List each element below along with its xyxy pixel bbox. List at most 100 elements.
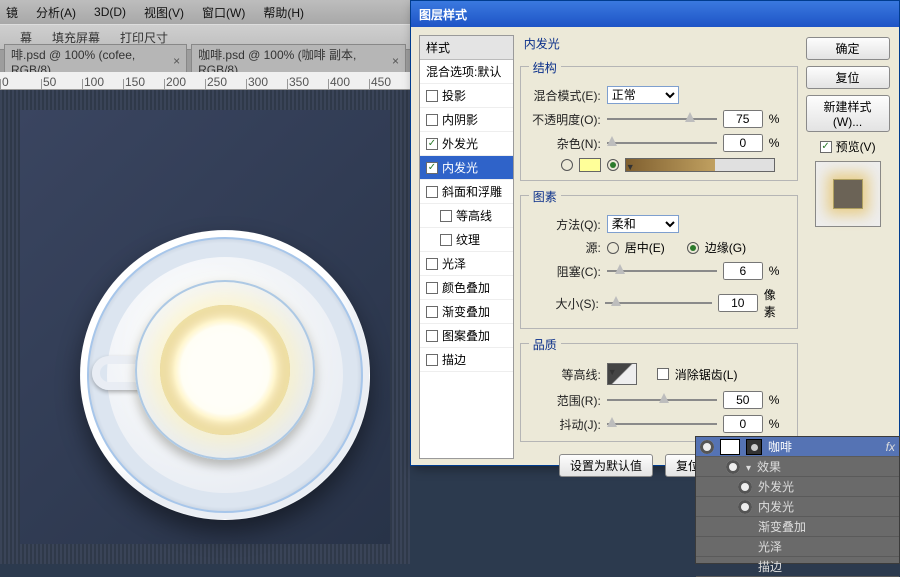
color-radio[interactable] bbox=[561, 159, 573, 171]
style-row[interactable]: 渐变叠加 bbox=[420, 300, 513, 324]
technique-select[interactable]: 柔和 bbox=[607, 215, 679, 233]
menu-item[interactable]: 视图(V) bbox=[144, 4, 184, 21]
style-label: 纹理 bbox=[456, 231, 480, 248]
style-checkbox[interactable] bbox=[426, 90, 438, 102]
ok-button[interactable]: 确定 bbox=[806, 37, 890, 60]
effects-row[interactable]: 效果 bbox=[696, 457, 899, 477]
style-row[interactable]: 纹理 bbox=[420, 228, 513, 252]
style-checkbox[interactable] bbox=[426, 306, 438, 318]
dialog-titlebar[interactable]: 图层样式 bbox=[411, 1, 899, 27]
layer-mask-thumb[interactable] bbox=[746, 439, 762, 455]
effect-row[interactable]: 光泽 bbox=[696, 537, 899, 557]
style-checkbox[interactable] bbox=[426, 138, 438, 150]
menu-item[interactable]: 3D(D) bbox=[94, 5, 126, 19]
close-icon[interactable]: × bbox=[173, 54, 180, 68]
coffee-glow bbox=[160, 305, 290, 435]
preview-label: 预览(V) bbox=[836, 138, 876, 155]
size-input[interactable] bbox=[718, 294, 758, 312]
fx-badge[interactable]: fx bbox=[886, 440, 895, 454]
style-checkbox[interactable] bbox=[440, 234, 452, 246]
style-row[interactable]: 外发光 bbox=[420, 132, 513, 156]
color-swatch[interactable] bbox=[579, 158, 601, 172]
antialias-checkbox[interactable] bbox=[657, 368, 669, 380]
effect-row[interactable]: 渐变叠加 bbox=[696, 517, 899, 537]
style-row[interactable]: 内发光 bbox=[420, 156, 513, 180]
size-label: 大小(S): bbox=[531, 295, 599, 312]
visibility-icon[interactable] bbox=[726, 460, 740, 474]
noise-input[interactable] bbox=[723, 134, 763, 152]
range-slider[interactable] bbox=[607, 393, 717, 407]
style-row[interactable]: 描边 bbox=[420, 348, 513, 372]
effect-row[interactable]: 外发光 bbox=[696, 477, 899, 497]
effect-row[interactable]: 内发光 bbox=[696, 497, 899, 517]
style-row[interactable]: 图案叠加 bbox=[420, 324, 513, 348]
noise-slider[interactable] bbox=[607, 136, 717, 150]
style-checkbox[interactable] bbox=[426, 282, 438, 294]
style-label: 内阴影 bbox=[442, 111, 478, 128]
layer-style-dialog: 图层样式 样式 混合选项:默认 投影内阴影外发光内发光斜面和浮雕等高线纹理光泽颜… bbox=[410, 0, 900, 466]
cancel-button[interactable]: 复位 bbox=[806, 66, 890, 89]
style-checkbox[interactable] bbox=[426, 330, 438, 342]
style-checkbox[interactable] bbox=[426, 354, 438, 366]
menu-item[interactable]: 窗口(W) bbox=[202, 4, 245, 21]
gradient-radio[interactable] bbox=[607, 159, 619, 171]
jitter-slider[interactable] bbox=[607, 417, 717, 431]
visibility-icon[interactable] bbox=[738, 500, 752, 514]
layers-panel: 咖啡 fx 效果 外发光内发光渐变叠加光泽描边 bbox=[695, 436, 900, 564]
expand-icon[interactable] bbox=[746, 460, 751, 474]
style-checkbox[interactable] bbox=[440, 210, 452, 222]
contour-picker[interactable] bbox=[607, 363, 637, 385]
menu-item[interactable]: 帮助(H) bbox=[263, 4, 304, 21]
document-canvas[interactable] bbox=[0, 90, 410, 564]
blend-mode-select[interactable]: 正常 bbox=[607, 86, 679, 104]
style-row[interactable]: 光泽 bbox=[420, 252, 513, 276]
visibility-icon[interactable] bbox=[738, 480, 752, 494]
opacity-input[interactable] bbox=[723, 110, 763, 128]
visibility-icon[interactable] bbox=[700, 440, 714, 454]
cup-shape bbox=[135, 280, 315, 460]
style-label: 外发光 bbox=[442, 135, 478, 152]
style-row[interactable]: 等高线 bbox=[420, 204, 513, 228]
style-row[interactable]: 斜面和浮雕 bbox=[420, 180, 513, 204]
style-label: 内发光 bbox=[442, 159, 478, 176]
range-input[interactable] bbox=[723, 391, 763, 409]
effect-row[interactable]: 描边 bbox=[696, 557, 899, 577]
style-row[interactable]: 颜色叠加 bbox=[420, 276, 513, 300]
dialog-title: 图层样式 bbox=[419, 6, 467, 23]
range-label: 范围(R): bbox=[531, 392, 601, 409]
style-settings: 内发光 结构 混合模式(E): 正常 不透明度(O): % 杂色(N bbox=[520, 35, 798, 459]
opacity-slider[interactable] bbox=[607, 112, 717, 126]
source-edge-radio[interactable] bbox=[687, 242, 699, 254]
choke-label: 阻塞(C): bbox=[531, 263, 601, 280]
menu-item[interactable]: 镜 bbox=[6, 4, 18, 21]
app-menubar: 镜 分析(A) 3D(D) 视图(V) 窗口(W) 帮助(H) bbox=[0, 0, 410, 24]
menu-item[interactable]: 分析(A) bbox=[36, 4, 76, 21]
effect-label: 渐变叠加 bbox=[758, 518, 806, 535]
styles-header[interactable]: 样式 bbox=[420, 36, 513, 60]
group-legend: 结构 bbox=[529, 61, 561, 75]
layer-thumb[interactable] bbox=[720, 439, 740, 455]
layer-row[interactable]: 咖啡 fx bbox=[696, 437, 899, 457]
style-label: 渐变叠加 bbox=[442, 303, 490, 320]
quality-group: 品质 等高线: 消除锯齿(L) 范围(R): % bbox=[520, 343, 798, 442]
gradient-picker[interactable] bbox=[625, 158, 775, 172]
size-slider[interactable] bbox=[605, 296, 712, 310]
source-center-radio[interactable] bbox=[607, 242, 619, 254]
style-checkbox[interactable] bbox=[426, 162, 438, 174]
style-checkbox[interactable] bbox=[426, 258, 438, 270]
new-style-button[interactable]: 新建样式(W)... bbox=[806, 95, 890, 132]
style-row[interactable]: 内阴影 bbox=[420, 108, 513, 132]
style-checkbox[interactable] bbox=[426, 186, 438, 198]
jitter-input[interactable] bbox=[723, 415, 763, 433]
choke-input[interactable] bbox=[723, 262, 763, 280]
style-row[interactable]: 投影 bbox=[420, 84, 513, 108]
style-label: 图案叠加 bbox=[442, 327, 490, 344]
blending-options[interactable]: 混合选项:默认 bbox=[420, 60, 513, 84]
style-checkbox[interactable] bbox=[426, 114, 438, 126]
make-default-button[interactable]: 设置为默认值 bbox=[559, 454, 653, 477]
dialog-buttons: 确定 复位 新建样式(W)... 预览(V) bbox=[804, 35, 891, 459]
choke-slider[interactable] bbox=[607, 264, 717, 278]
preview-checkbox[interactable] bbox=[820, 141, 832, 153]
close-icon[interactable]: × bbox=[392, 54, 399, 68]
style-label: 描边 bbox=[442, 351, 466, 368]
